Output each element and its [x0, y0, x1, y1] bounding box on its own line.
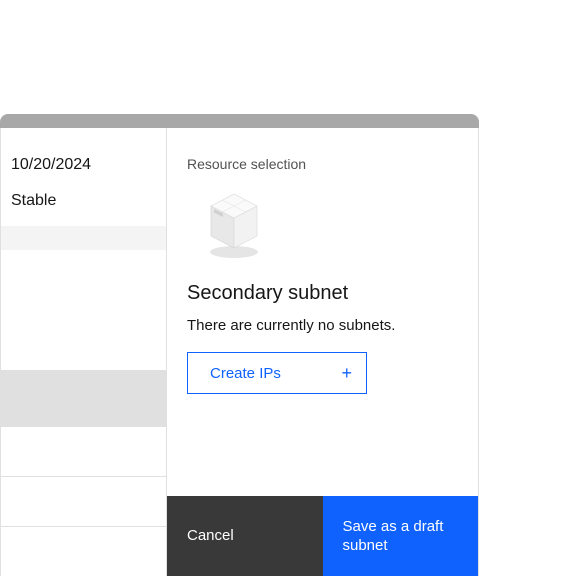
create-ips-label: Create IPs	[210, 365, 281, 382]
window-topbar	[0, 114, 479, 128]
side-panel-body: Resource selection	[167, 128, 478, 496]
table-row	[1, 250, 166, 370]
save-draft-button[interactable]: Save as a draft subnet	[323, 496, 479, 576]
table-row[interactable]	[1, 370, 166, 426]
viewport: 10/20/2024 Stable Resource selection	[0, 0, 576, 576]
create-ips-button[interactable]: Create IPs +	[187, 352, 367, 394]
table-row[interactable]	[1, 426, 166, 476]
left-panel: 10/20/2024 Stable	[0, 128, 167, 576]
cancel-label: Cancel	[187, 526, 234, 546]
date-value: 10/20/2024	[11, 156, 156, 174]
table-row[interactable]	[1, 526, 166, 576]
empty-state-text: There are currently no subnets.	[187, 317, 458, 334]
status-value: Stable	[11, 192, 156, 210]
table-row	[1, 226, 166, 250]
resource-cube-icon	[199, 188, 269, 262]
save-label: Save as a draft subnet	[343, 517, 459, 556]
plus-icon: +	[341, 364, 352, 382]
left-panel-header: 10/20/2024 Stable	[1, 128, 166, 226]
side-panel-footer: Cancel Save as a draft subnet	[167, 496, 478, 576]
cancel-button[interactable]: Cancel	[167, 496, 323, 576]
secondary-subnet-heading: Secondary subnet	[187, 282, 458, 305]
side-panel: Resource selection	[167, 128, 479, 576]
table-row[interactable]	[1, 476, 166, 526]
section-label: Resource selection	[187, 156, 458, 172]
